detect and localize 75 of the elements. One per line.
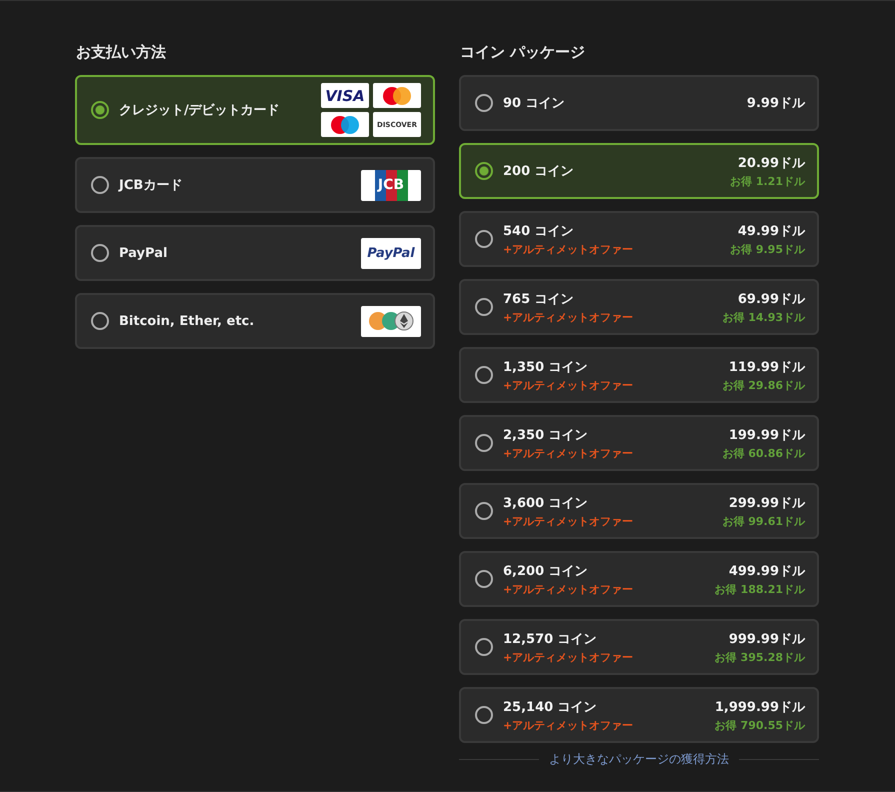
price: 1,999.99ドル <box>714 698 805 716</box>
offer-label: +アルティメットオファー <box>503 582 634 596</box>
coins-logo-icon <box>361 306 421 336</box>
radio-button[interactable] <box>91 244 109 262</box>
price: 499.99ドル <box>728 562 805 580</box>
radio-button[interactable] <box>475 502 493 520</box>
savings-label: お得 790.55ドル <box>714 718 805 732</box>
coin-amount: 540 コイン <box>503 222 575 240</box>
circles-logo-icon <box>321 112 369 137</box>
offer-label: +アルティメットオファー <box>503 310 634 324</box>
price: 49.99ドル <box>738 222 805 240</box>
package-option[interactable]: 12,570 コイン +アルティメットオファー 999.99ドル お得 395.28ドル <box>459 619 819 675</box>
radio-button[interactable] <box>475 638 493 656</box>
package-option[interactable]: 25,140 コイン +アルティメットオファー 1,999.99ドル お得 790.55ドル <box>459 687 819 743</box>
price: 299.99ドル <box>728 494 805 512</box>
savings-label: お得 14.93ドル <box>722 310 805 324</box>
payment-option[interactable]: PayPal PayPal <box>75 225 435 281</box>
price: 69.99ドル <box>738 290 805 308</box>
price: 199.99ドル <box>728 426 805 444</box>
offer-label: +アルティメットオファー <box>503 446 634 460</box>
package-option[interactable]: 90 コイン 9.99ドル <box>459 75 819 131</box>
radio-button[interactable] <box>91 312 109 330</box>
coin-amount: 1,350 コイン <box>503 358 589 376</box>
price: 999.99ドル <box>728 630 805 648</box>
package-option[interactable]: 1,350 コイン +アルティメットオファー 119.99ドル お得 29.86ドル <box>459 347 819 403</box>
coin-amount: 200 コイン <box>503 163 575 180</box>
coin-amount: 90 コイン <box>503 95 566 112</box>
radio-button[interactable] <box>475 570 493 588</box>
radio-button[interactable] <box>475 298 493 316</box>
price: 20.99ドル <box>738 154 805 172</box>
radio-button[interactable] <box>475 162 493 180</box>
payment-label: Bitcoin, Ether, etc. <box>119 314 256 328</box>
price: 119.99ドル <box>728 358 805 376</box>
radio-button[interactable] <box>91 176 109 194</box>
savings-label: お得 395.28ドル <box>714 650 805 664</box>
offer-label: +アルティメットオファー <box>503 650 634 664</box>
package-option[interactable]: 3,600 コイン +アルティメットオファー 299.99ドル お得 99.61ドル <box>459 483 819 539</box>
section-heading: お支払い方法 <box>76 42 167 63</box>
radio-button[interactable] <box>91 101 109 119</box>
offer-label: +アルティメットオファー <box>503 242 634 256</box>
radio-button[interactable] <box>475 366 493 384</box>
section-heading: コイン パッケージ <box>460 42 586 63</box>
savings-label: お得 29.86ドル <box>722 378 805 392</box>
circles-logo-icon <box>373 83 421 108</box>
savings-label: お得 188.21ドル <box>714 582 805 596</box>
package-option[interactable]: 200 コイン 20.99ドル お得 1.21ドル <box>459 143 819 199</box>
package-option[interactable]: 540 コイン +アルティメットオファー 49.99ドル お得 9.95ドル <box>459 211 819 267</box>
paypal-logo: PayPal <box>361 238 421 268</box>
coin-amount: 765 コイン <box>503 290 575 308</box>
savings-label: お得 9.95ドル <box>730 242 805 256</box>
coin-amount: 2,350 コイン <box>503 426 589 444</box>
payment-label: クレジット/デビットカード <box>119 102 281 119</box>
offer-label: +アルティメットオファー <box>503 718 634 732</box>
price: 9.99ドル <box>746 95 805 112</box>
coin-amount: 25,140 コイン <box>503 698 598 716</box>
package-option[interactable]: 2,350 コイン +アルティメットオファー 199.99ドル お得 60.86ドル <box>459 415 819 471</box>
payment-option[interactable]: Bitcoin, Ether, etc. <box>75 293 435 349</box>
radio-button[interactable] <box>475 230 493 248</box>
savings-label: お得 60.86ドル <box>722 446 805 460</box>
coin-amount: 12,570 コイン <box>503 630 598 648</box>
payment-label: JCBカード <box>119 177 184 194</box>
offer-label: +アルティメットオファー <box>503 514 634 528</box>
radio-button[interactable] <box>475 434 493 452</box>
savings-label: お得 99.61ドル <box>722 514 805 528</box>
coin-amount: 6,200 コイン <box>503 562 589 580</box>
radio-button[interactable] <box>475 706 493 724</box>
package-option[interactable]: 765 コイン +アルティメットオファー 69.99ドル お得 14.93ドル <box>459 279 819 335</box>
card-logo: VISA <box>321 83 369 108</box>
radio-button[interactable] <box>475 94 493 112</box>
more-packages-link[interactable]: より大きなパッケージの獲得方法 <box>549 751 729 768</box>
payment-label: PayPal <box>119 246 168 260</box>
coin-amount: 3,600 コイン <box>503 494 589 512</box>
offer-label: +アルティメットオファー <box>503 378 634 392</box>
package-option[interactable]: 6,200 コイン +アルティメットオファー 499.99ドル お得 188.21ドル <box>459 551 819 607</box>
savings-label: お得 1.21ドル <box>730 174 805 188</box>
